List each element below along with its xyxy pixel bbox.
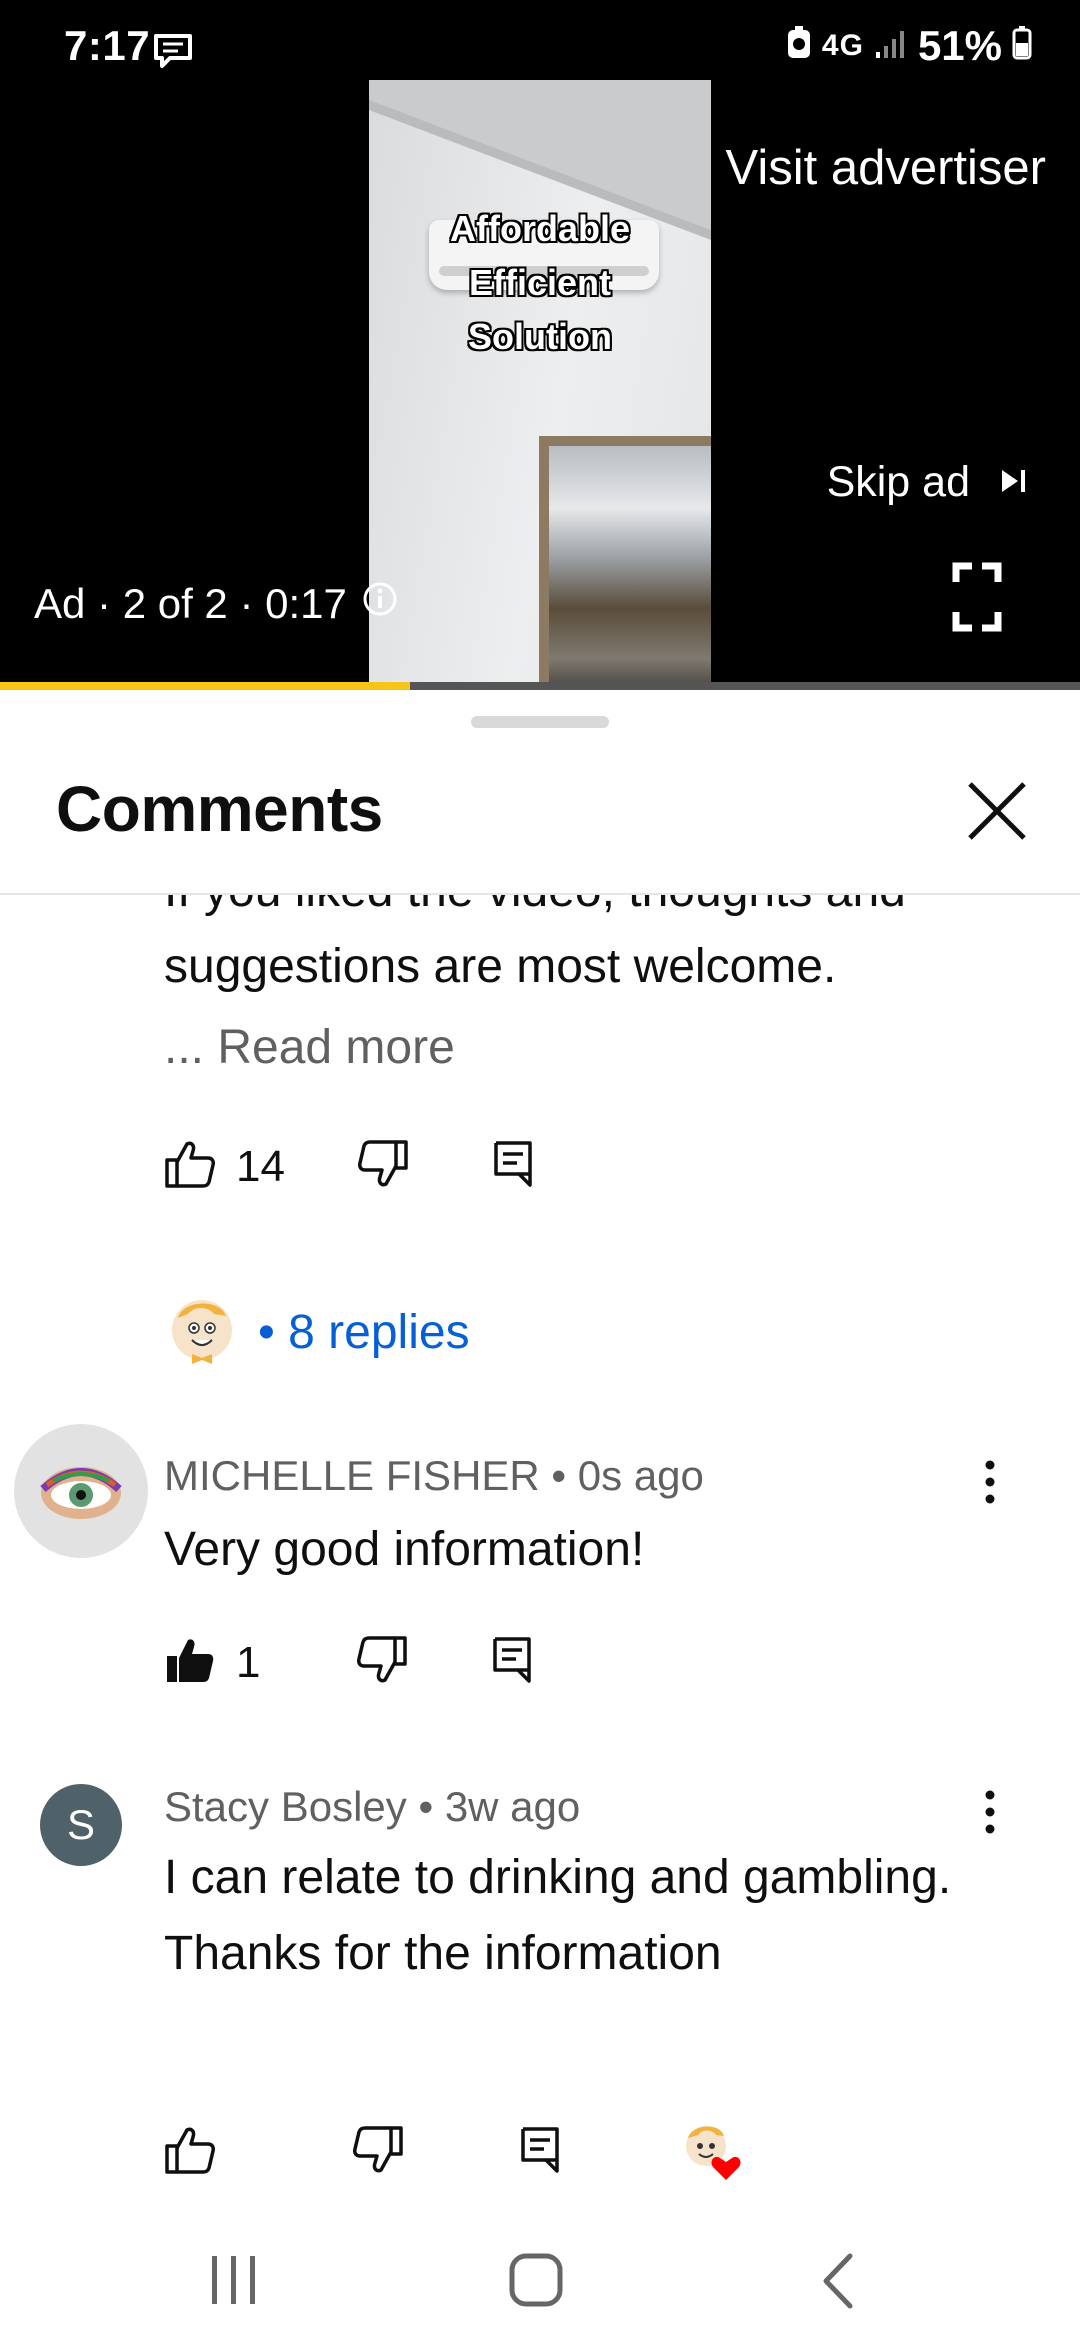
- skip-next-icon: [998, 458, 1030, 507]
- ad-info-row: Ad · 2 of 2 · 0:17: [34, 580, 399, 628]
- dislike-icon[interactable]: [357, 1138, 409, 1195]
- ad-progress-fill: [0, 682, 410, 690]
- system-nav-bar: [0, 2200, 1080, 2340]
- like-filled-icon[interactable]: [164, 1634, 216, 1691]
- creator-avatar: [164, 1292, 240, 1373]
- comment-actions: 1: [164, 1634, 532, 1691]
- comment-author[interactable]: MICHELLE FISHER: [164, 1452, 540, 1499]
- like-count: 1: [236, 1637, 261, 1687]
- dislike-icon[interactable]: [352, 2124, 404, 2181]
- comment-age: 0s ago: [577, 1452, 704, 1499]
- ad-video-frame[interactable]: Affordable Efficient Solution: [369, 80, 711, 690]
- meta-separator: •: [551, 1452, 578, 1499]
- read-more-link[interactable]: ... Read more: [164, 1020, 455, 1075]
- ad-counter-text: Ad · 2 of 2 · 0:17: [34, 580, 347, 627]
- sheet-drag-handle[interactable]: [471, 716, 609, 728]
- comment-actions: 14: [164, 1138, 533, 1195]
- comment-text: Very good information!: [164, 1523, 645, 1576]
- battery-percent: 51%: [917, 22, 1002, 69]
- avatar-letter: S: [66, 1801, 95, 1848]
- avatar[interactable]: S: [40, 1784, 122, 1866]
- eye-avatar-icon: [40, 1467, 122, 1519]
- meta-separator: •: [418, 1783, 445, 1830]
- network-type: 4G: [821, 29, 864, 62]
- back-icon[interactable]: [818, 2252, 858, 2315]
- comments-title: Comments: [56, 773, 383, 845]
- comment-text-line: suggestions are most welcome.: [164, 940, 837, 993]
- status-time: 7:17: [64, 22, 151, 69]
- ad-caption-line-1: Affordable: [450, 208, 630, 249]
- like-icon[interactable]: [164, 1138, 216, 1195]
- more-vertical-icon[interactable]: [984, 1460, 996, 1509]
- ad-caption-line-2: Efficient: [468, 262, 611, 303]
- comment-actions: [164, 2118, 744, 2187]
- visit-advertiser-button[interactable]: Visit advertiser: [726, 140, 1046, 196]
- like-count: 14: [236, 1141, 285, 1191]
- avatar[interactable]: [14, 1424, 148, 1558]
- like-icon[interactable]: [164, 2124, 216, 2181]
- creator-heart-icon: [680, 2118, 744, 2187]
- home-icon[interactable]: [508, 2252, 564, 2313]
- comment-meta: Stacy Bosley • 3w ago: [164, 1783, 580, 1831]
- status-indicators: 4G 51%: [786, 22, 1032, 70]
- comment-author[interactable]: Stacy Bosley: [164, 1783, 407, 1830]
- ad-caption-line-3: Solution: [468, 316, 612, 357]
- skip-ad-button[interactable]: Skip ad: [827, 458, 1030, 507]
- comment-meta: MICHELLE FISHER • 0s ago: [164, 1452, 704, 1500]
- battery-icon: [1012, 22, 1032, 70]
- mirror-glass-image: [549, 446, 711, 690]
- comment-text-line: If you liked the video, thoughts and: [164, 895, 906, 929]
- recent-apps-icon[interactable]: [206, 2254, 262, 2311]
- reply-icon[interactable]: [493, 1140, 533, 1193]
- comment-body-clip: If you liked the video, thoughts and sug…: [0, 895, 1080, 1075]
- replies-row[interactable]: • 8 replies: [164, 1292, 470, 1373]
- info-icon[interactable]: [361, 580, 399, 628]
- battery-saver-icon: [786, 22, 812, 70]
- view-replies-link[interactable]: • 8 replies: [258, 1305, 470, 1360]
- comment-age: 3w ago: [444, 1783, 581, 1830]
- reply-icon[interactable]: [520, 2126, 560, 2179]
- skip-ad-label: Skip ad: [826, 458, 970, 506]
- more-vertical-icon[interactable]: [984, 1790, 996, 1839]
- fullscreen-icon[interactable]: [952, 562, 1002, 637]
- chat-bubble-icon: [152, 32, 194, 75]
- reply-icon[interactable]: [492, 1636, 532, 1689]
- video-player[interactable]: Affordable Efficient Solution 7:17 4G 51…: [0, 0, 1080, 690]
- signal-icon: [874, 22, 908, 70]
- dislike-icon[interactable]: [356, 1634, 408, 1691]
- close-icon[interactable]: [962, 776, 1032, 846]
- comment-text: I can relate to drinking and gambling. T…: [164, 1851, 952, 1980]
